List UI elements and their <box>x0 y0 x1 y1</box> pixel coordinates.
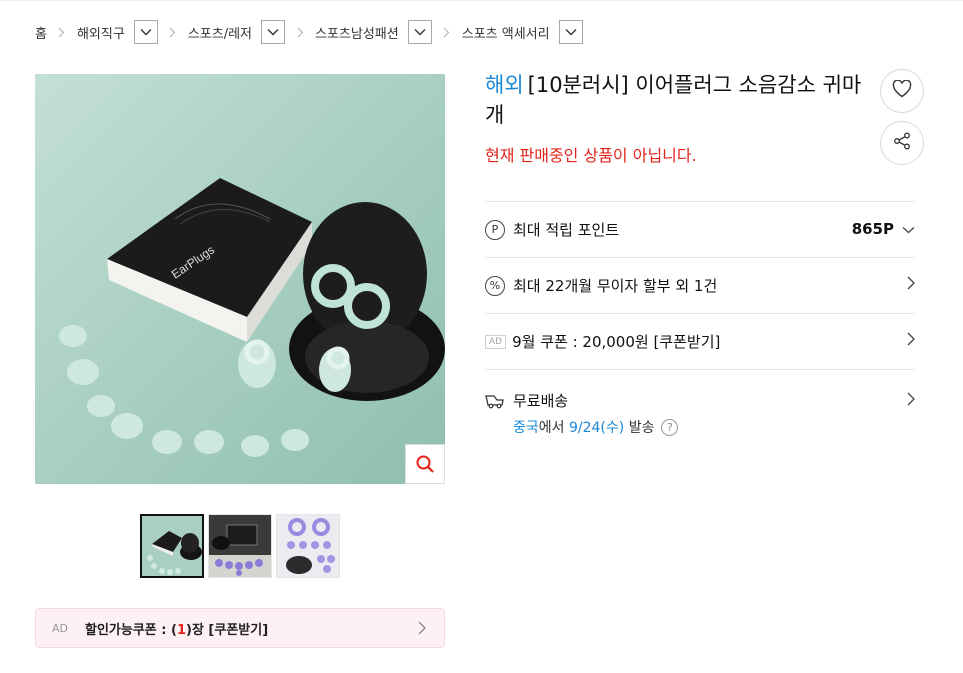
share-button[interactable] <box>880 121 924 165</box>
chevron-right-icon <box>907 276 915 290</box>
installment-label: 최대 22개월 무이자 할부 외 1건 <box>513 277 718 295</box>
like-button[interactable] <box>880 69 924 113</box>
thumbnail-3[interactable] <box>276 514 340 578</box>
breadcrumb-link[interactable]: 스포츠남성패션 <box>315 23 399 42</box>
points-value-group: 865P <box>852 220 915 238</box>
chevron-right-icon <box>418 620 426 639</box>
shipping-action: 발송 <box>628 420 655 436</box>
thumbnail-1[interactable] <box>140 514 204 578</box>
coupon-bar[interactable]: AD 할인가능쿠폰 : (1)장 [쿠폰받기] <box>35 608 445 648</box>
chevron-down-icon[interactable] <box>261 20 285 44</box>
top-divider <box>0 0 963 1</box>
breadcrumb-link[interactable]: 해외직구 <box>77 23 125 42</box>
ad-badge: AD <box>485 334 507 349</box>
benefit-list: P 최대 적립 포인트 865P % 최대 22개월 무이자 할부 외 1건 A… <box>485 201 915 441</box>
points-value: 865P <box>851 220 894 238</box>
chevron-right-icon <box>432 27 462 38</box>
chevron-down-icon[interactable] <box>133 20 158 44</box>
truck-icon <box>485 393 505 409</box>
breadcrumb-item: 해외직구 <box>77 20 158 44</box>
overseas-label: 해외 <box>485 73 524 97</box>
shipping-row[interactable]: 무료배송 중국 에서 9/24(수) 발송 ? <box>485 369 915 441</box>
product-title: 해외 [10분러시] 이어플러그 소음감소 귀마개 <box>485 70 870 130</box>
breadcrumb-link[interactable]: 스포츠 액세서리 <box>462 23 550 42</box>
zoom-button[interactable] <box>405 444 445 484</box>
percent-icon: % <box>485 275 505 296</box>
coupon-row-label: 9월 쿠폰 : 20,000원 [쿠폰받기] <box>512 333 721 351</box>
points-label: 최대 적립 포인트 <box>513 221 620 239</box>
coupon-bar-suffix: )장 [쿠폰받기] <box>186 622 269 638</box>
chevron-right-icon <box>907 332 915 346</box>
breadcrumb-home[interactable]: 홈 <box>35 23 47 42</box>
sale-status-text: 현재 판매중인 상품이 아닙니다. <box>485 146 697 165</box>
breadcrumb-item: 스포츠/레저 <box>188 20 285 44</box>
chevron-right-icon <box>285 27 315 38</box>
coupon-bar-text: 할인가능쿠폰 : (1)장 [쿠폰받기] <box>85 619 268 638</box>
shipping-date: 9/24(수) <box>568 420 625 436</box>
breadcrumb: 홈 해외직구 스포츠/레저 스포츠남성패션 스포츠 액세서리 <box>35 18 583 46</box>
product-main-image[interactable]: EarPlugs <box>35 74 445 484</box>
thumbnail-list <box>140 514 340 578</box>
coupon-row[interactable]: AD 9월 쿠폰 : 20,000원 [쿠폰받기] <box>485 313 915 369</box>
installment-row[interactable]: % 최대 22개월 무이자 할부 외 1건 <box>485 257 915 313</box>
help-icon[interactable]: ? <box>661 418 679 436</box>
shipping-title: 무료배송 <box>485 390 678 411</box>
coupon-bar-prefix: 할인가능쿠폰 : ( <box>85 622 177 638</box>
chevron-right-icon <box>158 27 188 38</box>
shipping-detail: 중국 에서 9/24(수) 발송 ? <box>513 417 679 437</box>
share-icon <box>893 132 911 154</box>
breadcrumb-item: 스포츠남성패션 <box>315 20 432 44</box>
heart-icon <box>892 79 912 102</box>
shipping-label: 무료배송 <box>513 392 569 410</box>
chevron-right-icon <box>907 392 915 406</box>
point-icon: P <box>485 219 505 240</box>
ad-label: AD <box>52 621 68 635</box>
chevron-down-icon <box>902 220 915 238</box>
shipping-from-text: 에서 <box>538 420 565 436</box>
breadcrumb-item: 스포츠 액세서리 <box>462 20 583 44</box>
shipping-info: 무료배송 중국 에서 9/24(수) 발송 ? <box>485 390 679 437</box>
chevron-down-icon[interactable] <box>407 20 432 44</box>
chevron-down-icon[interactable] <box>558 20 583 44</box>
shipping-origin: 중국 <box>513 420 539 436</box>
chevron-right-icon <box>47 27 77 38</box>
product-title-text: [10분러시] 이어플러그 소음감소 귀마개 <box>485 73 862 127</box>
thumbnail-2[interactable] <box>208 514 272 578</box>
points-row[interactable]: P 최대 적립 포인트 865P <box>485 201 915 257</box>
coupon-count: 1 <box>176 622 186 638</box>
breadcrumb-link[interactable]: 스포츠/레저 <box>188 23 252 42</box>
zoom-icon <box>416 455 434 473</box>
